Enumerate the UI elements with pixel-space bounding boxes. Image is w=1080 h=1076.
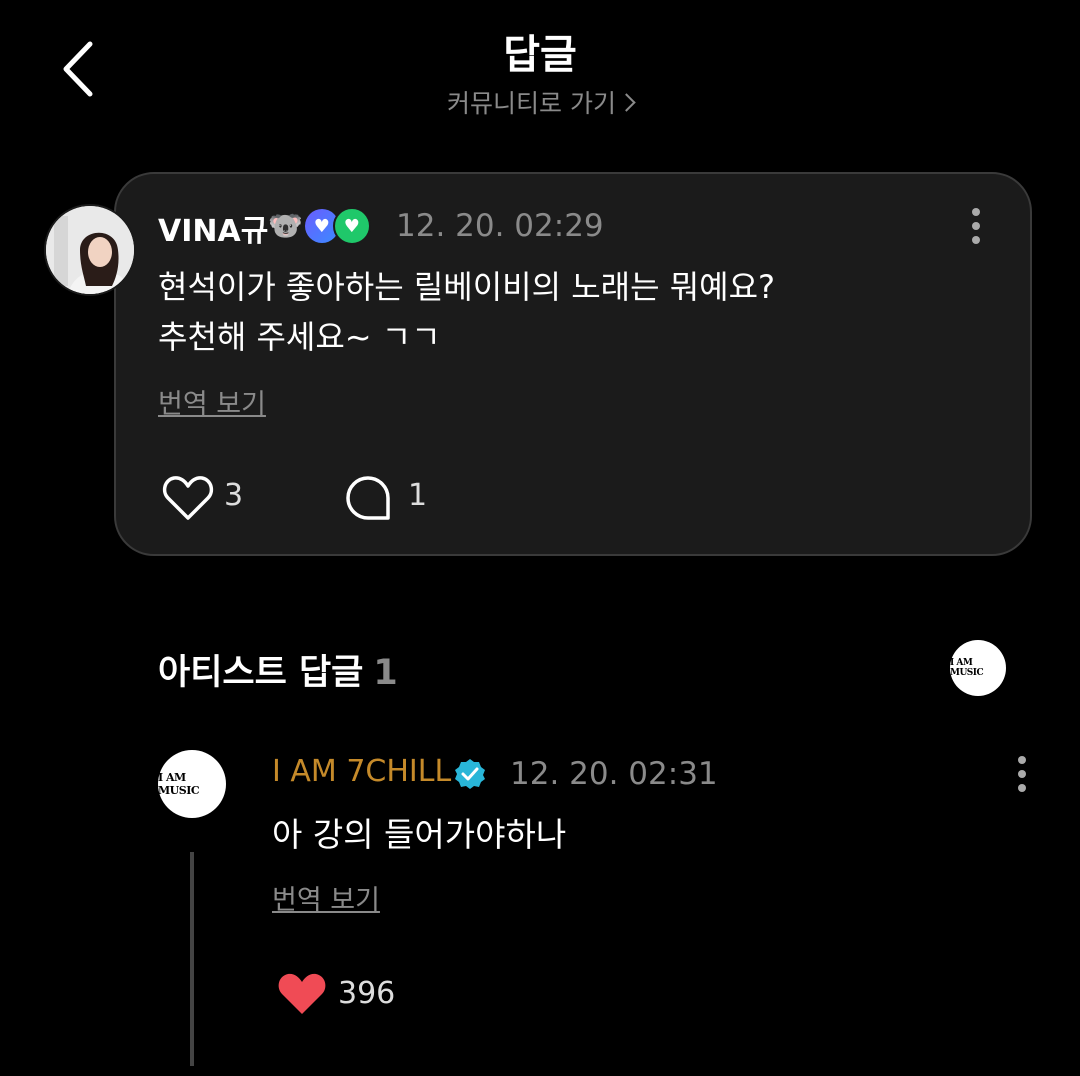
reply-timestamp: 12. 20. 02:31: [510, 756, 718, 792]
artist-avatar[interactable]: I AM MUSIC: [158, 750, 226, 818]
fan-badge-icon: ♥: [332, 207, 371, 245]
post-timestamp: 12. 20. 02:29: [396, 208, 604, 244]
heart-filled-icon[interactable]: [276, 970, 328, 1018]
reply-body: 아 강의 들어가야하나: [272, 815, 567, 854]
post-username[interactable]: VINA규: [158, 206, 268, 250]
post-like-count: 3: [224, 478, 244, 513]
community-link-label: 커뮤니티로 가기: [447, 89, 616, 118]
post-text-line: 추천해 주세요~ ㄱㄱ: [158, 318, 441, 356]
user-avatar[interactable]: [44, 204, 136, 296]
reply-translate-link[interactable]: 번역 보기: [272, 878, 380, 917]
reply-like-count: 396: [338, 976, 396, 1011]
artist-filter-avatar[interactable]: I AM MUSIC: [950, 640, 1006, 696]
user-badges: 🐨 ♥ ♥: [268, 207, 371, 245]
post-more-options-icon[interactable]: [970, 208, 982, 244]
post-body: 현석이가 좋아하는 릴베이비의 노래는 뭐예요? 추천해 주세요~ ㄱㄱ: [158, 262, 775, 362]
koala-emoji: 🐨: [268, 209, 303, 242]
reply-more-options-icon[interactable]: [1016, 756, 1028, 792]
artist-replies-title: 아티스트 답글: [158, 653, 364, 693]
post-translate-link[interactable]: 번역 보기: [158, 382, 266, 421]
page-title: 답글: [503, 32, 577, 78]
user-photo-icon: [46, 206, 134, 294]
heart-outline-icon[interactable]: [162, 474, 214, 522]
comment-bubble-icon[interactable]: [344, 474, 392, 522]
thread-line: [190, 852, 194, 1066]
go-to-community-link[interactable]: 커뮤니티로 가기: [0, 84, 1080, 120]
artist-replies-heading: 아티스트 답글 1: [158, 644, 398, 695]
verified-badge-icon: [455, 759, 485, 789]
post-text-line: 현석이가 좋아하는 릴베이비의 노래는 뭐예요?: [158, 268, 776, 306]
chevron-right-icon: [617, 93, 636, 112]
artist-replies-count: 1: [373, 653, 398, 693]
artist-username[interactable]: I AM 7CHILL: [272, 754, 451, 789]
post-reply-count: 1: [408, 478, 428, 513]
